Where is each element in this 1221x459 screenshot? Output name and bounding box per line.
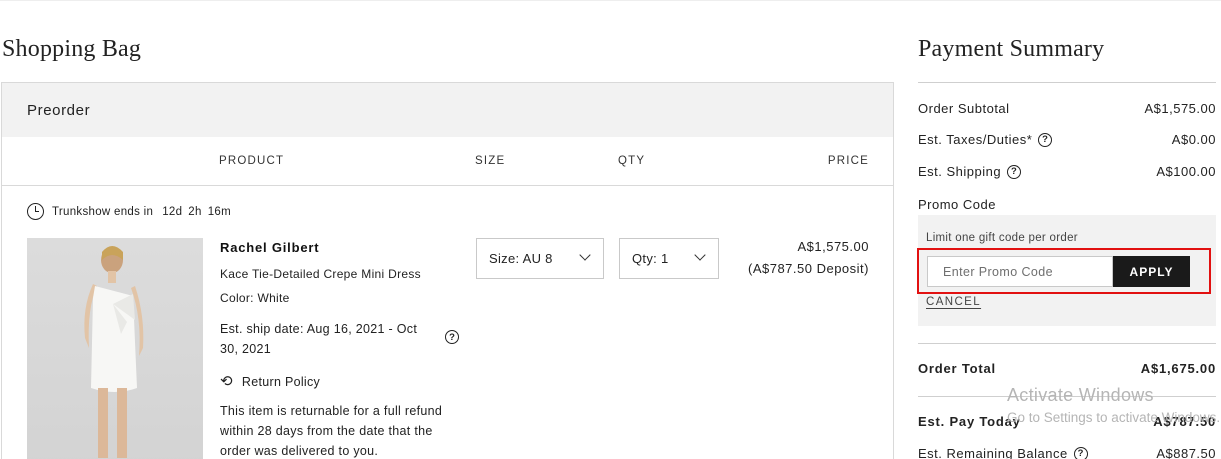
shipping-value: A$100.00: [1156, 164, 1216, 179]
column-product: PRODUCT: [219, 155, 285, 167]
taxes-label: Est. Taxes/Duties*: [918, 132, 1033, 147]
trunkshow-label: Trunkshow ends in: [52, 205, 154, 218]
shipping-row: Est. Shipping ? A$100.00: [918, 164, 1216, 179]
column-headers: PRODUCT SIZE QTY PRICE: [2, 137, 893, 186]
clock-icon: [27, 203, 44, 220]
summary-divider: [918, 396, 1216, 397]
size-value: Size: AU 8: [489, 251, 553, 266]
taxes-row: Est. Taxes/Duties* ? A$0.00: [918, 132, 1216, 147]
summary-divider: [918, 343, 1216, 344]
column-qty: QTY: [618, 155, 646, 167]
top-divider: [0, 0, 1221, 1]
product-name[interactable]: Kace Tie-Detailed Crepe Mini Dress: [220, 267, 421, 281]
item-deposit: (A$787.50 Deposit): [747, 261, 869, 276]
remaining-balance-row: Est. Remaining Balance ? A$887.50: [918, 446, 1216, 459]
trunkshow-minutes: 16m: [207, 205, 231, 218]
cancel-link[interactable]: CANCEL: [926, 296, 981, 308]
promo-code-label: Promo Code: [918, 197, 996, 212]
summary-divider: [918, 82, 1216, 83]
promo-code-row: Promo Code: [918, 197, 1216, 212]
qty-select[interactable]: Qty: 1: [619, 238, 719, 279]
qty-value: Qty: 1: [632, 251, 669, 266]
return-policy-text: This item is returnable for a full refun…: [220, 404, 443, 458]
promo-code-input[interactable]: [927, 256, 1113, 287]
shipping-label: Est. Shipping: [918, 164, 1002, 179]
trunkshow-hours: 2h: [188, 205, 202, 218]
subtotal-row: Order Subtotal A$1,575.00: [918, 101, 1216, 116]
pay-today-value: A$787.50: [1153, 414, 1216, 429]
remaining-balance-value: A$887.50: [1156, 446, 1216, 459]
preorder-header: Preorder: [2, 83, 893, 137]
size-select[interactable]: Size: AU 8: [476, 238, 604, 279]
return-policy-icon: ⟲: [220, 373, 233, 390]
subtotal-value: A$1,575.00: [1144, 101, 1216, 116]
trunkshow-timer: Trunkshow ends in 12d 2h 16m: [27, 203, 231, 220]
page-title: Shopping Bag: [2, 36, 142, 62]
product-brand[interactable]: Rachel Gilbert: [220, 240, 319, 255]
remaining-balance-label: Est. Remaining Balance: [918, 446, 1068, 459]
ship-date: Est. ship date: Aug 16, 2021 - Oct 30, 2…: [220, 322, 418, 356]
taxes-value: A$0.00: [1171, 132, 1216, 147]
pay-today-label: Est. Pay Today: [918, 414, 1021, 429]
order-total-row: Order Total A$1,675.00: [918, 361, 1216, 376]
subtotal-label: Order Subtotal: [918, 101, 1010, 116]
order-total-label: Order Total: [918, 361, 996, 376]
help-icon[interactable]: ?: [445, 330, 459, 344]
chevron-down-icon: [579, 249, 591, 261]
order-total-value: A$1,675.00: [1140, 361, 1216, 376]
preorder-label: Preorder: [27, 101, 91, 119]
pay-today-row: Est. Pay Today A$787.50: [918, 414, 1216, 429]
shopping-bag-panel: Preorder PRODUCT SIZE QTY PRICE Trunksho…: [1, 82, 894, 459]
help-icon[interactable]: ?: [1038, 132, 1053, 147]
return-policy-label: Return Policy: [241, 374, 321, 389]
return-policy[interactable]: ⟲ Return Policy: [220, 374, 320, 389]
product-color: Color: White: [220, 291, 290, 305]
column-price: PRICE: [827, 155, 869, 167]
promo-limit-note: Limit one gift code per order: [926, 232, 1078, 244]
help-icon[interactable]: ?: [1007, 164, 1022, 179]
apply-button[interactable]: APPLY: [1113, 256, 1190, 287]
product-image[interactable]: [27, 238, 203, 459]
help-icon[interactable]: ?: [1073, 446, 1088, 459]
trunkshow-days: 12d: [162, 205, 183, 218]
product-photo-illustration: [84, 246, 144, 458]
chevron-down-icon: [694, 249, 706, 261]
item-price: A$1,575.00: [797, 239, 869, 254]
column-size: SIZE: [475, 155, 506, 167]
payment-summary-title: Payment Summary: [918, 36, 1105, 62]
